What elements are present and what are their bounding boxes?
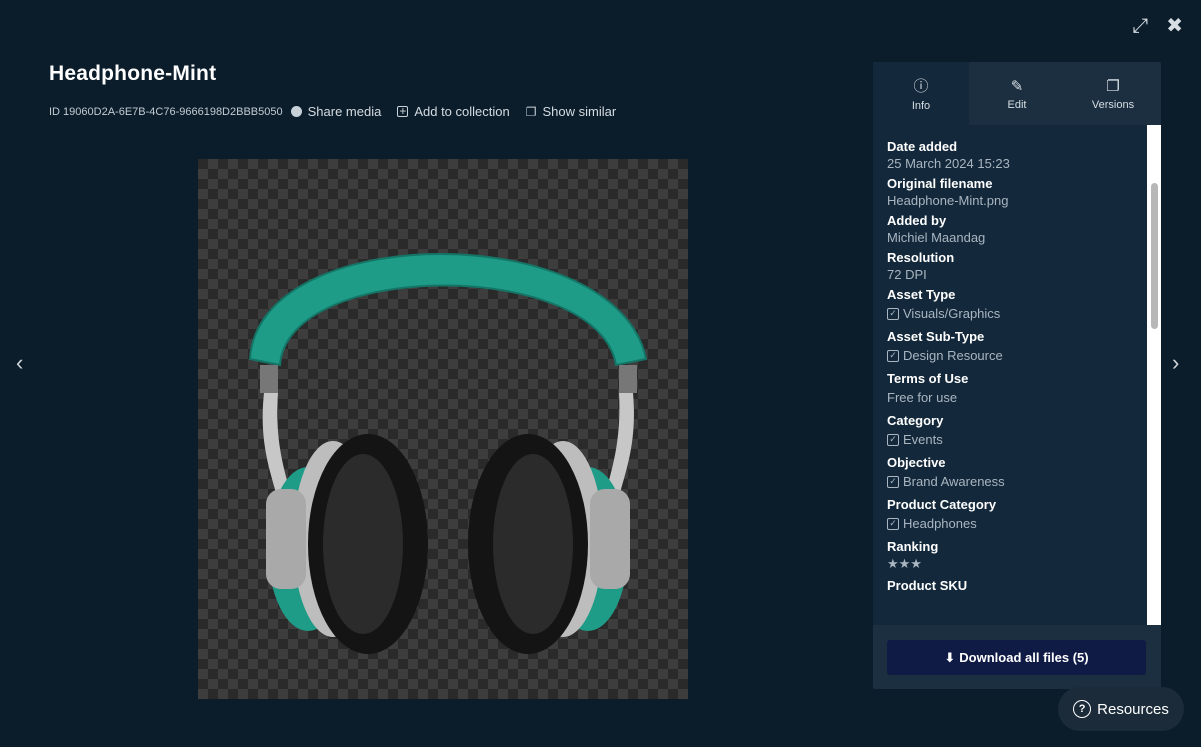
field-value: Events [903,432,943,447]
info-fields[interactable]: Date added 25 March 2024 15:23 Original … [873,125,1161,625]
add-to-collection-label: Add to collection [414,104,510,119]
next-arrow-icon[interactable]: › [1172,350,1179,376]
field-value: Brand Awareness [903,474,1005,489]
copy-icon: ❐ [525,104,537,119]
media-preview [198,159,688,699]
close-icon[interactable]: ✖ [1166,16,1183,36]
top-controls: ⤢ ✖ [1132,16,1183,36]
field-label: Date added [887,139,958,154]
field-label: Objective [887,455,946,470]
field-label: Asset Sub-Type [887,329,985,344]
field-label: Resolution [887,250,955,265]
panel-tabs: ⓘ Info ✎ Edit ❐ Versions [873,62,1161,125]
field-resolution: Resolution 72 DPI [873,250,1161,282]
field-value-row: ✓ Brand Awareness [887,474,1161,489]
tab-versions[interactable]: ❐ Versions [1065,62,1161,125]
fields-scrollbar[interactable] [1147,125,1161,625]
field-original-filename: Original filename Headphone-Mint.png [873,176,1161,208]
tab-edit-label: Edit [1007,98,1027,111]
checkbox-checked-icon: ✓ [887,307,899,320]
field-value: Headphones [903,516,977,531]
field-label: Product SKU [887,578,968,593]
download-all-label: Download all files (5) [959,650,1089,665]
field-asset-sub-type: Asset Sub-Type ✓ Design Resource [873,329,1161,363]
checkbox-checked-icon: ✓ [887,475,899,488]
expand-icon[interactable]: ⤢ [1132,16,1148,36]
field-ranking: Ranking ★★★ [873,539,1161,572]
tab-edit[interactable]: ✎ Edit [969,62,1065,125]
field-value: Headphone-Mint.png [887,193,1009,208]
field-value-row: ✓ Headphones [887,516,1161,531]
field-label: Asset Type [887,287,956,302]
tab-versions-label: Versions [1091,98,1135,111]
field-product-category: Product Category ✓ Headphones [873,497,1161,531]
share-media-label: Share media [307,104,382,119]
meta-row: ID 19060D2A-6E7B-4C76-9666198D2BBB5050 S… [49,104,632,119]
show-similar-label: Show similar [542,104,617,119]
field-label: Terms of Use [887,371,969,386]
field-value-row: ✓ Visuals/Graphics [887,306,1161,321]
resources-label: Resources [1097,700,1169,718]
field-value: 25 March 2024 15:23 [887,156,1010,171]
plus-square-icon: + [397,104,409,118]
field-asset-type: Asset Type ✓ Visuals/Graphics [873,287,1161,321]
field-label: Ranking [887,539,939,554]
checkbox-checked-icon: ✓ [887,433,899,446]
asset-id: ID 19060D2A-6E7B-4C76-9666198D2BBB5050 [49,105,283,118]
field-value: Design Resource [903,348,1003,363]
field-category: Category ✓ Events [873,413,1161,447]
field-added-by: Added by Michiel Maandag [873,213,1161,245]
field-value-row: ✓ Design Resource [887,348,1161,363]
scrollbar-thumb[interactable] [1151,183,1158,329]
resources-button[interactable]: ? Resources [1058,687,1184,731]
details-panel: ⓘ Info ✎ Edit ❐ Versions Date added 25 M… [873,62,1161,689]
download-icon: ⬇ [944,649,956,665]
field-label: Added by [887,213,947,228]
field-value: Michiel Maandag [887,230,986,245]
share-media-button[interactable]: Share media [290,104,382,119]
share-icon [290,106,302,117]
field-product-sku: Product SKU [873,578,1161,595]
field-label: Category [887,413,944,428]
show-similar-button[interactable]: ❐ Show similar [526,104,616,119]
help-circle-icon: ? [1073,700,1092,718]
download-all-button[interactable]: ⬇ Download all files (5) [887,640,1146,675]
info-icon: ⓘ [913,78,929,95]
field-label: Original filename [887,176,993,191]
page-title: Headphone-Mint [49,62,217,85]
ranking-stars: ★★★ [887,556,922,571]
field-date-added: Date added 25 March 2024 15:23 [873,139,1161,171]
field-value: 72 DPI [887,267,927,282]
checkbox-checked-icon: ✓ [887,349,899,362]
tab-info[interactable]: ⓘ Info [873,62,969,125]
field-label: Product Category [887,497,997,512]
edit-icon: ✎ [1010,77,1024,95]
headphone-image [248,253,648,654]
field-terms-of-use: Terms of Use Free for use [873,371,1161,405]
tab-info-label: Info [911,100,931,112]
field-value: Free for use [887,390,958,405]
previous-arrow-icon[interactable]: ‹ [16,350,23,376]
field-value: Visuals/Graphics [903,306,1001,321]
versions-icon: ❐ [1106,77,1120,95]
checkbox-checked-icon: ✓ [887,517,899,530]
field-objective: Objective ✓ Brand Awareness [873,455,1161,489]
field-value-row: ✓ Events [887,432,1161,447]
add-to-collection-button[interactable]: + Add to collection [397,104,510,119]
